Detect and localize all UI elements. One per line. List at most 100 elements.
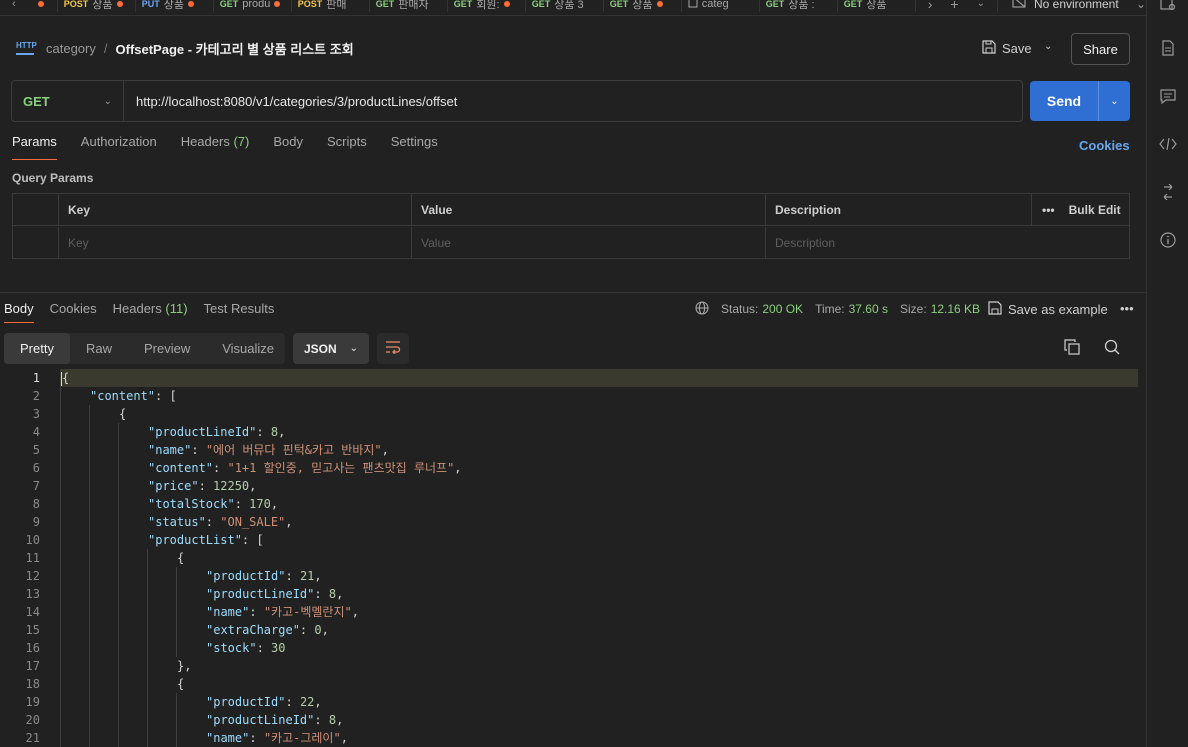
request-tab[interactable]: GET 상품	[604, 0, 682, 12]
code-text: "name": "카고-그레이",	[60, 729, 1138, 747]
code-token: :	[249, 731, 264, 745]
code-token: :	[256, 425, 271, 439]
request-tab[interactable]: categ	[682, 0, 760, 12]
tab-scripts[interactable]: Scripts	[327, 134, 367, 158]
request-tab[interactable]: GET 회원:	[448, 0, 526, 12]
description-input[interactable]: Description	[765, 227, 1129, 259]
documentation-icon[interactable]	[1158, 38, 1178, 58]
tabs-scroll-right-icon[interactable]: ›	[928, 0, 933, 12]
search-icon[interactable]	[1104, 339, 1120, 358]
comments-icon[interactable]	[1158, 86, 1178, 106]
bulk-edit-link[interactable]: Bulk Edit	[1069, 203, 1121, 217]
response-more-options-icon[interactable]: •••	[1120, 301, 1134, 316]
request-response-divider[interactable]	[0, 292, 1146, 293]
request-tab[interactable]: GET 판매자	[370, 0, 448, 12]
response-tab-body[interactable]: Body	[4, 301, 34, 323]
view-mode-visualize[interactable]: Visualize	[206, 333, 290, 364]
code-line: 16 "stock": 30	[0, 639, 1146, 657]
new-tab-icon[interactable]: +	[950, 0, 958, 12]
code-token: "stock"	[206, 641, 257, 655]
request-tab[interactable]	[28, 0, 58, 12]
response-tab-cookies[interactable]: Cookies	[50, 301, 97, 321]
query-params-heading: Query Params	[12, 171, 94, 185]
info-icon[interactable]	[1158, 230, 1178, 250]
copy-icon[interactable]	[1064, 339, 1080, 358]
code-snippet-icon[interactable]	[1158, 134, 1178, 154]
tab-params[interactable]: Params	[12, 134, 57, 160]
time-label: Time:	[815, 302, 845, 316]
code-line: 5 "name": "에어 버뮤다 핀턱&카고 반바지",	[0, 441, 1146, 459]
code-token: :	[234, 497, 250, 511]
wrap-lines-button[interactable]	[377, 333, 409, 364]
request-tab[interactable]: GET 상품	[838, 0, 916, 12]
environment-selector[interactable]: No environment ⌄	[996, 0, 1146, 12]
tab-body[interactable]: Body	[273, 134, 303, 158]
status-label: Status:	[721, 302, 759, 316]
related-collections-icon[interactable]	[1158, 182, 1178, 202]
response-tabs: Body Cookies Headers (11) Test Results	[4, 301, 290, 323]
format-select[interactable]: JSON ⌄	[293, 333, 369, 364]
code-token: "content"	[148, 461, 214, 475]
tab-label: Headers	[180, 134, 230, 149]
tab-label: Headers	[112, 301, 162, 316]
tab-label: 판매	[326, 0, 347, 11]
save-options-chevron-icon[interactable]: ⌄	[1044, 41, 1052, 52]
code-token: "name"	[206, 731, 250, 745]
breadcrumb-collection[interactable]: category	[46, 41, 96, 56]
tab-headers[interactable]: Headers (7)	[181, 134, 250, 158]
request-tab[interactable]: GET produ	[214, 0, 292, 12]
value-input[interactable]: Value	[411, 227, 765, 259]
request-tab[interactable]: GET 상품 :	[760, 0, 838, 12]
code-text: "totalStock": 170,	[60, 495, 1138, 513]
tab-method: GET	[531, 0, 551, 9]
response-tab-test-results[interactable]: Test Results	[204, 301, 275, 321]
response-body-editor[interactable]: 1{2 "content": [3{4 "productLineId": 8, 5 "n…	[0, 369, 1146, 747]
save-button[interactable]: Save	[982, 36, 1032, 60]
code-token: "ON_SALE"	[220, 515, 286, 529]
tabs-scroll-left-icon[interactable]: ‹	[0, 0, 28, 12]
view-mode-raw[interactable]: Raw	[70, 333, 128, 364]
send-options-chevron-icon[interactable]: ⌄	[1098, 81, 1130, 121]
collection-settings-icon[interactable]	[1158, 0, 1178, 14]
unsaved-dot-icon	[503, 0, 510, 7]
line-number: 12	[25, 569, 40, 583]
share-button[interactable]: Share	[1071, 33, 1130, 65]
tab-label: 상품	[163, 0, 184, 11]
tab-method: GET	[453, 0, 473, 9]
request-tab[interactable]: PUT 상품	[136, 0, 214, 12]
size-value[interactable]: 12.16 KB	[931, 302, 980, 316]
status-value[interactable]: 200 OK	[762, 302, 803, 316]
request-tab[interactable]: POST 판매	[292, 0, 370, 12]
code-line: 15 "extraCharge": 0,	[0, 621, 1146, 639]
unsaved-dot-icon	[116, 0, 123, 7]
tab-authorization[interactable]: Authorization	[81, 134, 157, 158]
code-token: ,	[278, 425, 286, 439]
request-tab[interactable]: GET 상품 3	[526, 0, 604, 12]
code-token: {	[62, 371, 70, 385]
url-input[interactable]	[124, 81, 1022, 121]
code-line: 21 "name": "카고-그레이",	[0, 729, 1146, 747]
time-value[interactable]: 37.60 s	[849, 302, 888, 316]
format-chevron-icon: ⌄	[349, 343, 358, 354]
query-params-table: Key Value Description ••• Bulk Edit Key …	[12, 193, 1130, 259]
network-globe-icon[interactable]	[695, 300, 709, 318]
code-token: "productLineId"	[206, 713, 315, 727]
tabs-menu-chevron-icon[interactable]: ⌄	[977, 0, 985, 9]
key-input[interactable]: Key	[58, 227, 411, 259]
cookies-link[interactable]: Cookies	[1079, 138, 1130, 153]
request-tab[interactable]: POST 상품	[58, 0, 136, 12]
method-select[interactable]: GET ⌄	[12, 81, 124, 121]
code-text: "status": "ON_SALE",	[60, 513, 1138, 531]
send-button[interactable]: Send	[1030, 81, 1098, 121]
format-value: JSON	[304, 341, 337, 356]
code-token: 8	[328, 587, 337, 601]
more-options-icon[interactable]: •••	[1042, 203, 1055, 217]
view-mode-pretty[interactable]: Pretty	[4, 333, 70, 364]
response-tab-headers[interactable]: Headers (11)	[113, 301, 188, 321]
tab-settings[interactable]: Settings	[391, 134, 438, 158]
code-token: ,	[314, 695, 322, 709]
tab-method: GET	[219, 0, 239, 9]
request-title[interactable]: OffsetPage - 카테고리 별 상품 리스트 조회	[116, 39, 354, 58]
save-as-example-button[interactable]: Save as example	[988, 301, 1108, 318]
view-mode-preview[interactable]: Preview	[128, 333, 206, 364]
